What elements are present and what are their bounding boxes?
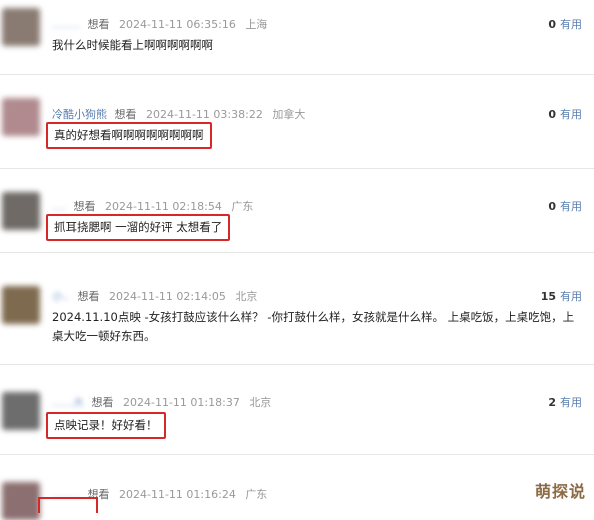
comment-item: ........ 想看 2024-11-11 06:35:16 上海 0 有用 我… (0, 0, 594, 75)
comment-item: 冷酷小狗熊 想看 2024-11-11 03:38:22 加拿大 0 有用 真的好… (0, 74, 594, 169)
timestamp: 2024-11-11 01:16:24 (118, 488, 236, 501)
timestamp: 2024-11-11 01:18:37 (122, 396, 240, 409)
comment-text-highlighted: 抓耳挠腮啊 一溜的好评 太想看了 (46, 214, 231, 241)
useful-label: 有用 (560, 108, 582, 121)
useful-count: 0 (548, 108, 556, 121)
useful-count: 15 (540, 290, 556, 303)
useful-count: 0 (548, 18, 556, 31)
comment-meta: ......大 想看 2024-11-11 01:18:37 北京 (52, 394, 271, 410)
useful-vote[interactable]: 0 有用 (548, 106, 582, 122)
useful-label: 有用 (560, 200, 582, 213)
location: 上海 (245, 18, 268, 31)
avatar[interactable] (2, 98, 40, 136)
watermark: 萌探说 (534, 482, 586, 501)
avatar[interactable] (2, 8, 40, 46)
useful-vote[interactable]: 0 有用 (548, 198, 582, 214)
timestamp: 2024-11-11 02:18:54 (105, 200, 222, 213)
timestamp: 2024-11-11 03:38:22 (146, 108, 263, 121)
rating-action: 想看 (87, 18, 110, 31)
comment-text-highlighted: 真的好想看啊啊啊啊啊啊啊啊 (46, 122, 212, 149)
rating-action: 想看 (73, 200, 96, 213)
useful-label: 有用 (560, 18, 582, 31)
comment-meta: 冷酷小狗熊 想看 2024-11-11 03:38:22 加拿大 (52, 106, 305, 122)
location: 广东 (231, 200, 254, 213)
location: 北京 (249, 396, 272, 409)
username[interactable]: .... (52, 200, 66, 213)
rating-action: 想看 (114, 108, 137, 121)
useful-vote[interactable]: 15 有用 (541, 288, 582, 304)
comment-item: .... 想看 2024-11-11 02:18:54 广东 0 有用 抓耳挠腮啊… (0, 168, 594, 253)
rating-action: 想看 (91, 396, 114, 409)
username[interactable]: ........ (52, 18, 80, 31)
avatar[interactable] (2, 392, 40, 430)
timestamp: 2024-11-11 02:14:05 (109, 290, 226, 303)
comment-text: 2024.11.10点映 -女孩打鼓应该什么样？ -你打鼓什么样，女孩就是什么样… (52, 310, 575, 343)
location: 加拿大 (272, 108, 306, 121)
useful-count: 2 (548, 396, 556, 409)
highlight-box (38, 497, 98, 513)
location: 北京 (235, 290, 258, 303)
comment-meta: .... 想看 2024-11-11 02:18:54 广东 (52, 198, 253, 214)
useful-count: 0 (548, 200, 556, 213)
avatar[interactable] (2, 286, 40, 324)
username[interactable]: ......大 (52, 396, 84, 409)
comment-text: 我什么时候能看上啊啊啊啊啊啊 (52, 38, 213, 52)
avatar[interactable] (2, 482, 40, 520)
useful-vote[interactable]: 2 有用 (548, 394, 582, 410)
avatar[interactable] (2, 192, 40, 230)
useful-label: 有用 (560, 396, 582, 409)
username[interactable]: 冷酷小狗熊 (52, 108, 107, 121)
useful-label: 有用 (560, 290, 582, 303)
comment-meta: 小.. 想看 2024-11-11 02:14:05 北京 (52, 288, 257, 304)
useful-vote[interactable]: 0 有用 (548, 16, 582, 32)
rating-action: 想看 (77, 290, 100, 303)
comment-item: 小.. 想看 2024-11-11 02:14:05 北京 15 有用 2024.… (0, 252, 594, 365)
comment-item: ......大 想看 2024-11-11 01:18:37 北京 2 有用 点映… (0, 364, 594, 455)
timestamp: 2024-11-11 06:35:16 (118, 18, 236, 31)
location: 广东 (245, 488, 268, 501)
comment-text-highlighted: 点映记录！好好看！ (46, 412, 166, 439)
comment-meta: ........ 想看 2024-11-11 06:35:16 上海 (52, 16, 267, 32)
username[interactable]: 小.. (52, 290, 70, 303)
